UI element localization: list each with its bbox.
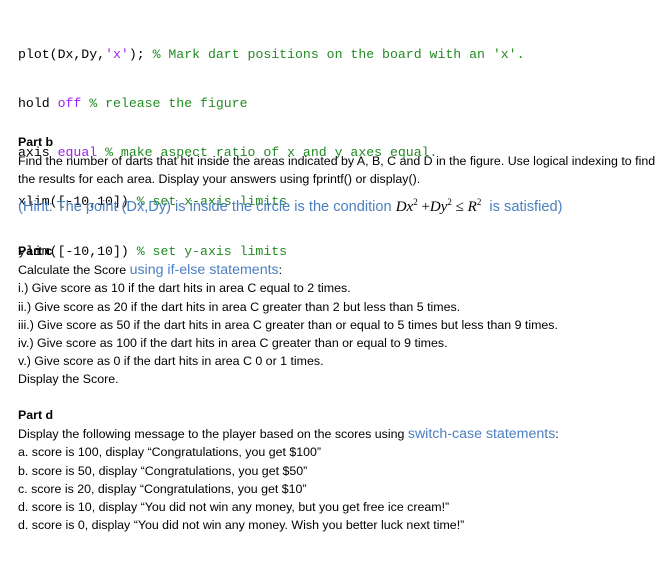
intro-text: :: [278, 263, 283, 278]
part-b-hint: (Hint: The point (Dx,Dy) is inside the c…: [18, 191, 658, 218]
part-c-item: iv.) Give score as 100 if the dart hits …: [18, 336, 448, 351]
part-d-item: b. score is 50, display “Congratulations…: [18, 463, 308, 478]
code-keyword: off: [57, 96, 82, 112]
part-b-section: Part b Find the number of darts that hit…: [18, 133, 658, 218]
intro-highlight: using if-else statements: [129, 262, 279, 279]
part-d-item: a. score is 100, display “Congratulation…: [18, 445, 322, 460]
part-c-section: Part c Calculate the Score using if-else…: [18, 242, 658, 389]
part-d-item: d. score is 0, display “You did not win …: [18, 518, 465, 533]
part-d-item: c. score is 20, display “Congratulations…: [18, 481, 307, 496]
formula-exponent: 2: [447, 196, 452, 207]
part-c-closing: Display the Score.: [18, 372, 119, 387]
part-c-item: iii.) Give score as 50 if the dart hits …: [18, 317, 558, 332]
formula-operator: +: [421, 198, 430, 215]
intro-text: :: [555, 427, 559, 442]
formula-term: Dx: [395, 198, 414, 215]
code-text: plot(Dx,Dy,: [18, 46, 106, 62]
formula-term: R: [467, 198, 477, 215]
part-d-intro: Display the following message to the pla…: [18, 425, 658, 443]
part-b-instructions: Find the number of darts that hit inside…: [18, 154, 656, 187]
part-d-title: Part d: [18, 408, 54, 422]
part-d-section: Part d Display the following message to …: [18, 406, 658, 534]
formula-exponent: 2: [413, 196, 418, 207]
code-line: hold off % release the figure: [18, 96, 525, 112]
code-text: );: [128, 46, 153, 62]
hint-formula: Dx2 +Dy2 ≤ R2: [395, 196, 482, 215]
part-c-item: v.) Give score as 0 if the dart hits in …: [18, 354, 324, 369]
code-line: plot(Dx,Dy,'x'); % Mark dart positions o…: [18, 47, 525, 63]
code-comment: % Mark dart positions on the board with …: [152, 46, 525, 62]
intro-text: Display the following message to the pla…: [18, 427, 408, 442]
part-c-item: ii.) Give score as 20 if the dart hits i…: [18, 299, 461, 314]
part-c-title: Part c: [18, 244, 53, 258]
code-comment: % release the figure: [89, 96, 248, 112]
hint-text: is satisfied): [481, 198, 563, 215]
part-c-intro: Calculate the Score using if-else statem…: [18, 261, 658, 279]
formula-term: Dy: [429, 198, 448, 215]
part-c-item: i.) Give score as 10 if the dart hits in…: [18, 281, 351, 296]
formula-operator: ≤: [455, 198, 464, 215]
intro-text: Calculate the Score: [18, 263, 130, 278]
code-text: hold: [18, 96, 58, 112]
hint-text: (Hint: The point (Dx,Dy) is inside the c…: [18, 198, 396, 215]
part-b-title: Part b: [18, 135, 54, 149]
intro-highlight: switch-case statements: [407, 426, 556, 443]
part-d-item: d. score is 10, display “You did not win…: [18, 500, 450, 515]
code-string: 'x': [105, 46, 129, 62]
